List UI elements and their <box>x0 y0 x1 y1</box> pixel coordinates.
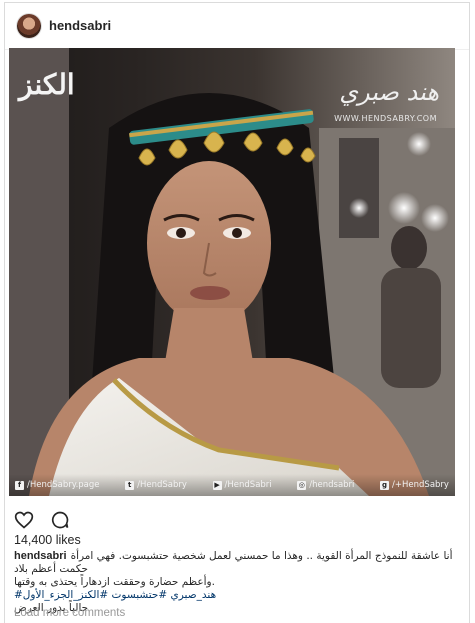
avatar[interactable] <box>17 14 41 38</box>
load-more-comments-link[interactable]: Load more comments <box>14 607 125 619</box>
social-facebook: f /HendSabry.page <box>15 480 100 490</box>
youtube-icon: ▶ <box>212 480 222 490</box>
social-label: /HendSabry.page <box>27 480 100 490</box>
post-photo[interactable]: الكنز هند صبري WWW.HENDSABRY.COM f /Hend… <box>9 48 455 496</box>
caption-line: .وأعظم حضارة وحققت ازدهاراً يحتذى به وقت… <box>14 576 215 588</box>
social-label: /+HendSabry <box>392 480 449 490</box>
social-label: /HendSabri <box>224 480 272 490</box>
social-instagram: ◎ /hendsabri <box>297 480 354 490</box>
facebook-icon: f <box>15 480 24 490</box>
social-youtube: ▶ /HendSabri <box>212 480 272 490</box>
social-links-bar: f /HendSabry.page t /HendSabry ▶ /HendSa… <box>9 474 455 496</box>
post-caption: hendsabri أنا عاشقة للنموذج المرأة القوي… <box>14 550 454 615</box>
social-googleplus: g /+HendSabry <box>380 480 449 490</box>
post-actions <box>14 510 70 530</box>
watermark-logo-left: الكنز <box>19 68 75 101</box>
caption-hashtags[interactable]: هند_صبري #حتشبسوت #الكنز_الجزء_الأول# <box>14 589 454 602</box>
post-username[interactable]: hendsabri <box>49 18 111 33</box>
comment-icon[interactable] <box>50 510 70 530</box>
watermark-signature: هند صبري <box>339 78 439 106</box>
watermark-website: WWW.HENDSABRY.COM <box>334 114 437 123</box>
instagram-icon: ◎ <box>297 480 307 490</box>
caption-line: أنا عاشقة للنموذج المرأة القوية .. وهذا … <box>14 550 453 575</box>
caption-username[interactable]: hendsabri <box>14 550 67 563</box>
googleplus-icon: g <box>380 480 390 490</box>
social-twitter: t /HendSabry <box>125 480 187 490</box>
heart-icon[interactable] <box>14 510 34 530</box>
like-count[interactable]: 14,400 likes <box>14 533 81 547</box>
social-label: /HendSabry <box>137 480 187 490</box>
post-header: hendsabri <box>5 3 469 50</box>
twitter-icon: t <box>125 480 135 490</box>
social-label: /hendsabri <box>309 480 355 490</box>
